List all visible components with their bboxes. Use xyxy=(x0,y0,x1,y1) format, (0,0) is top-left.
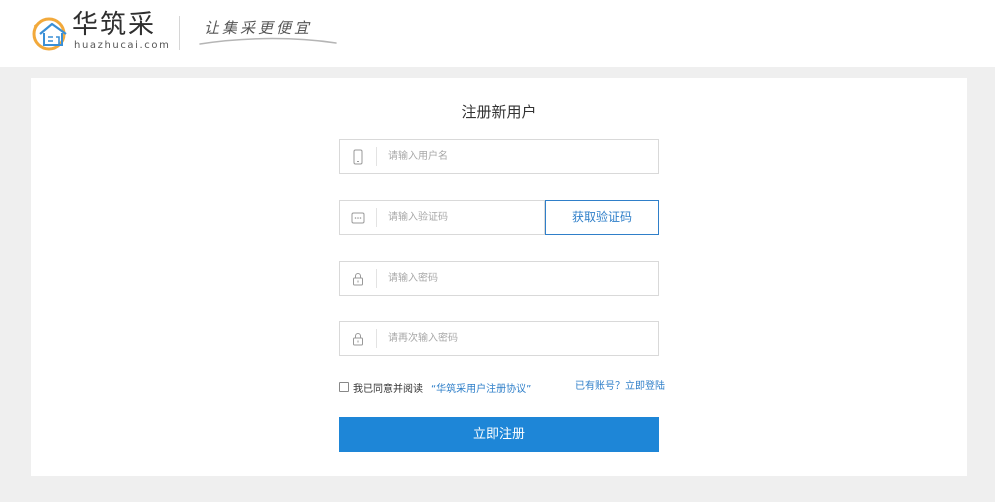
field-separator xyxy=(376,269,377,288)
confirm-password-field xyxy=(339,321,659,356)
password-input[interactable] xyxy=(388,262,648,295)
site-header: 华筑采 huazhucai.com 让集采更便宜 xyxy=(0,0,995,67)
message-icon xyxy=(340,201,376,234)
register-button[interactable]: 立即注册 xyxy=(339,417,659,452)
logo-domain-text[interactable]: huazhucai.com xyxy=(74,40,170,52)
page-title: 注册新用户 xyxy=(461,103,537,121)
confirm-password-input[interactable] xyxy=(388,322,648,355)
username-input[interactable] xyxy=(388,140,648,173)
header-divider xyxy=(179,16,180,50)
agree-label: 我已同意并阅读 xyxy=(353,383,423,395)
register-panel: 注册新用户 获取验证码 xyxy=(31,78,967,476)
phone-icon xyxy=(340,140,376,173)
agreement-row: 我已同意并阅读 “华筑采用户注册协议” xyxy=(339,379,531,395)
password-field xyxy=(339,261,659,296)
logo-chinese-text[interactable]: 华筑采 xyxy=(72,10,156,40)
verify-code-input[interactable] xyxy=(388,201,538,234)
lock-icon xyxy=(340,262,376,295)
login-link[interactable]: 已有账号？立即登陆 xyxy=(575,379,665,395)
field-separator xyxy=(376,147,377,166)
field-separator xyxy=(376,329,377,348)
agreement-link[interactable]: “华筑采用户注册协议” xyxy=(431,380,531,395)
field-separator xyxy=(376,208,377,227)
slogan-brush-stroke xyxy=(199,37,337,45)
get-code-button[interactable]: 获取验证码 xyxy=(545,200,659,235)
lock-icon xyxy=(340,322,376,355)
verify-code-field xyxy=(339,200,545,235)
username-field xyxy=(339,139,659,174)
agree-checkbox[interactable] xyxy=(339,382,349,392)
house-logo-icon[interactable] xyxy=(31,14,71,52)
